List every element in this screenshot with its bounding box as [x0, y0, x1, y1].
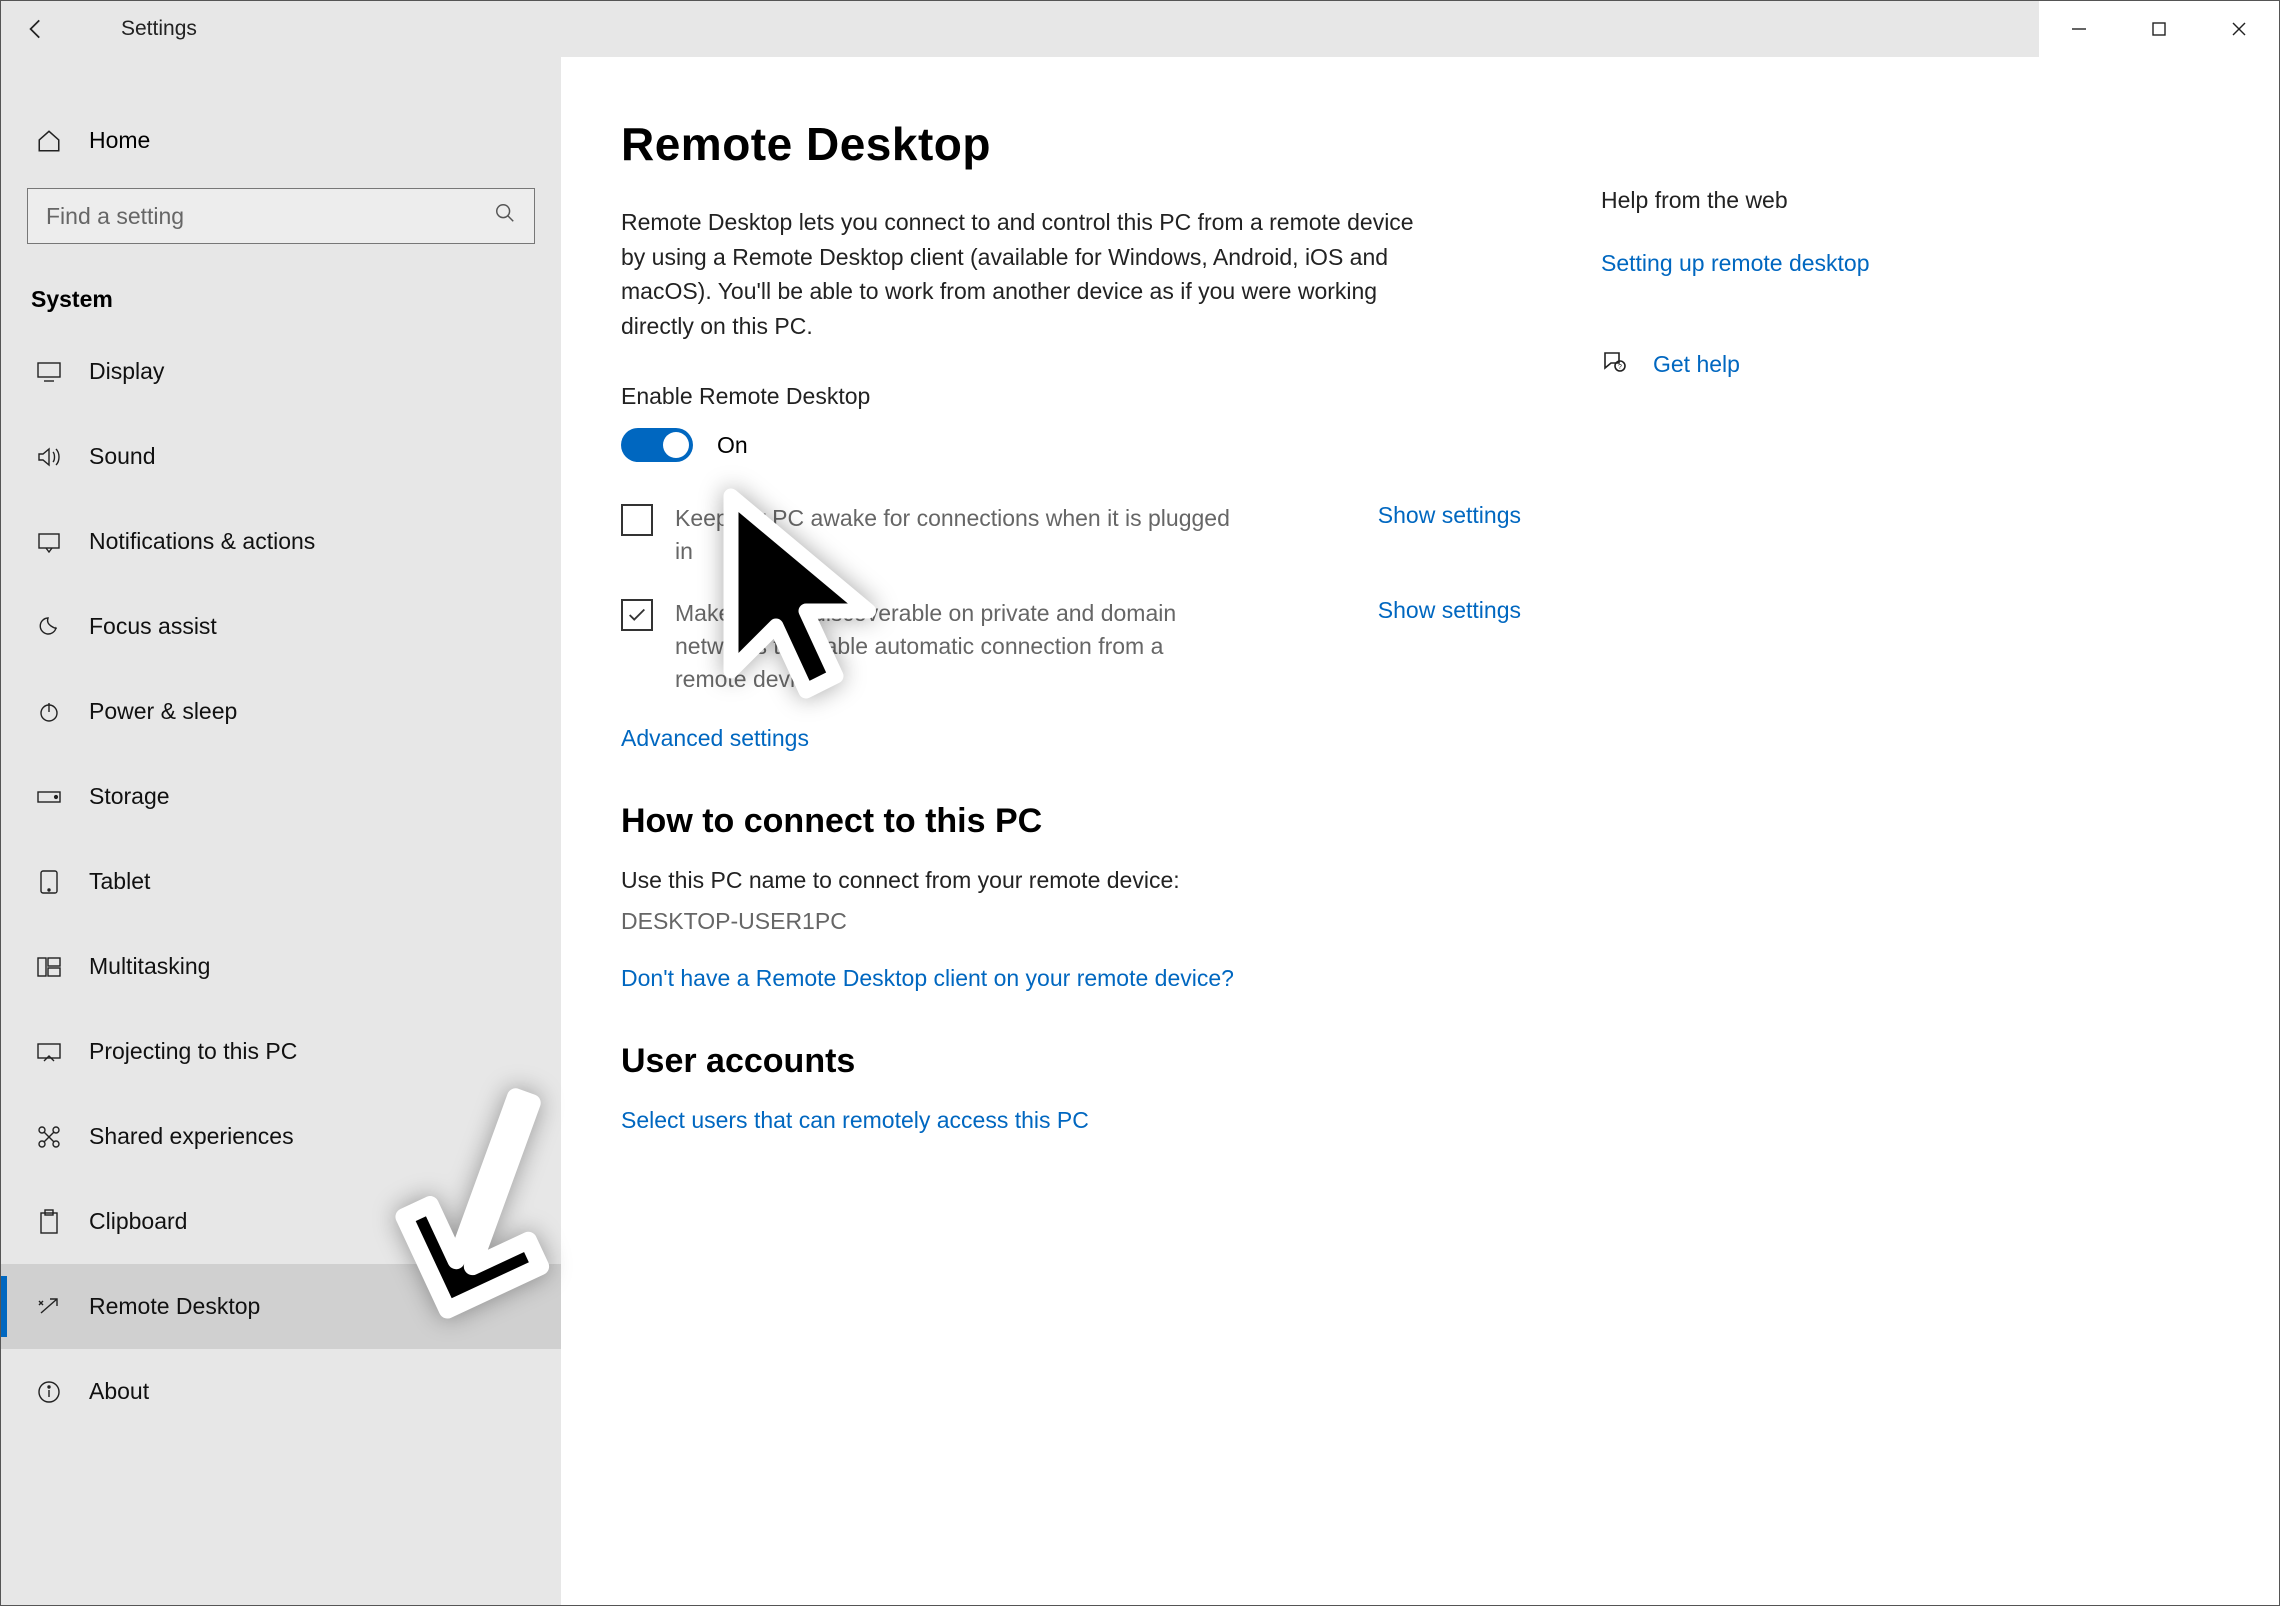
enable-toggle[interactable]	[621, 428, 693, 462]
remote-desktop-icon	[35, 1296, 63, 1318]
nav-multitasking[interactable]: Multitasking	[1, 924, 561, 1009]
search-box[interactable]	[27, 188, 535, 244]
maximize-button[interactable]	[2119, 1, 2199, 57]
titlebar: Settings	[1, 1, 2279, 57]
back-button[interactable]	[1, 1, 71, 57]
about-icon	[35, 1380, 63, 1404]
discoverable-text: Make my PC discoverable on private and d…	[675, 597, 1235, 697]
nav-label: Notifications & actions	[89, 528, 315, 555]
nav-focus-assist[interactable]: Focus assist	[1, 584, 561, 669]
no-client-link[interactable]: Don't have a Remote Desktop client on yo…	[621, 965, 1521, 992]
get-help-row[interactable]: ? Get help	[1601, 349, 2061, 380]
nav-display[interactable]: Display	[1, 329, 561, 414]
category-label: System	[1, 254, 561, 329]
sidebar: Home System Display Sound	[1, 57, 561, 1605]
discoverable-checkbox[interactable]	[621, 599, 653, 631]
aside-setup-link[interactable]: Setting up remote desktop	[1601, 250, 2061, 277]
nav-label: Projecting to this PC	[89, 1038, 297, 1065]
accounts-heading: User accounts	[621, 1042, 1521, 1081]
page-title: Remote Desktop	[621, 117, 1521, 171]
advanced-settings-link[interactable]: Advanced settings	[621, 725, 1521, 752]
nav-about[interactable]: About	[1, 1349, 561, 1434]
multitasking-icon	[35, 956, 63, 978]
storage-icon	[35, 787, 63, 807]
nav-storage[interactable]: Storage	[1, 754, 561, 839]
nav-power-sleep[interactable]: Power & sleep	[1, 669, 561, 754]
discoverable-show-settings[interactable]: Show settings	[1338, 597, 1521, 624]
nav-label: Multitasking	[89, 953, 210, 980]
svg-text:?: ?	[1618, 364, 1622, 371]
keep-awake-show-settings[interactable]: Show settings	[1338, 502, 1521, 529]
main-column: Remote Desktop Remote Desktop lets you c…	[621, 117, 1521, 1605]
nav-label: Tablet	[89, 868, 150, 895]
nav-clipboard[interactable]: Clipboard	[1, 1179, 561, 1264]
nav-label: Focus assist	[89, 613, 217, 640]
content: Remote Desktop Remote Desktop lets you c…	[561, 57, 2279, 1605]
aside-column: Help from the web Setting up remote desk…	[1601, 117, 2061, 1605]
nav-label: Power & sleep	[89, 698, 237, 725]
shared-icon	[35, 1124, 63, 1150]
nav-label: Storage	[89, 783, 170, 810]
nav-tablet[interactable]: Tablet	[1, 839, 561, 924]
nav-label: Remote Desktop	[89, 1293, 260, 1320]
discoverable-row: Make my PC discoverable on private and d…	[621, 597, 1521, 697]
display-icon	[35, 361, 63, 383]
sound-icon	[35, 446, 63, 468]
focus-icon	[35, 614, 63, 640]
home-label: Home	[89, 127, 150, 154]
get-help-link[interactable]: Get help	[1653, 351, 1740, 378]
keep-awake-text: Keep my PC awake for connections when it…	[675, 502, 1235, 569]
nav-list: Display Sound Notifications & actions Fo…	[1, 329, 561, 1434]
nav-notifications[interactable]: Notifications & actions	[1, 499, 561, 584]
nav-shared-experiences[interactable]: Shared experiences	[1, 1094, 561, 1179]
keep-awake-checkbox[interactable]	[621, 504, 653, 536]
nav-label: About	[89, 1378, 149, 1405]
home-nav[interactable]: Home	[1, 113, 561, 168]
tablet-icon	[35, 869, 63, 895]
howto-heading: How to connect to this PC	[621, 802, 1521, 841]
nav-label: Sound	[89, 443, 156, 470]
minimize-button[interactable]	[2039, 1, 2119, 57]
power-icon	[35, 700, 63, 724]
home-icon	[35, 128, 63, 154]
howto-text: Use this PC name to connect from your re…	[621, 867, 1521, 894]
nav-projecting[interactable]: Projecting to this PC	[1, 1009, 561, 1094]
nav-label: Display	[89, 358, 164, 385]
search-icon	[494, 202, 516, 230]
keep-awake-row: Keep my PC awake for connections when it…	[621, 502, 1521, 569]
select-users-link[interactable]: Select users that can remotely access th…	[621, 1107, 1089, 1133]
nav-label: Clipboard	[89, 1208, 187, 1235]
settings-window: Settings Home	[0, 0, 2280, 1606]
projecting-icon	[35, 1041, 63, 1063]
help-icon: ?	[1601, 349, 1629, 380]
pc-name: DESKTOP-USER1PC	[621, 908, 1521, 935]
nav-label: Shared experiences	[89, 1123, 294, 1150]
enable-label: Enable Remote Desktop	[621, 383, 1521, 410]
page-description: Remote Desktop lets you connect to and c…	[621, 205, 1441, 343]
window-controls	[2039, 1, 2279, 57]
notifications-icon	[35, 531, 63, 553]
nav-sound[interactable]: Sound	[1, 414, 561, 499]
toggle-state: On	[717, 432, 748, 459]
nav-remote-desktop[interactable]: Remote Desktop	[1, 1264, 561, 1349]
clipboard-icon	[35, 1209, 63, 1235]
app-title: Settings	[121, 17, 197, 41]
aside-heading: Help from the web	[1601, 187, 2061, 214]
search-input[interactable]	[46, 203, 494, 230]
close-button[interactable]	[2199, 1, 2279, 57]
